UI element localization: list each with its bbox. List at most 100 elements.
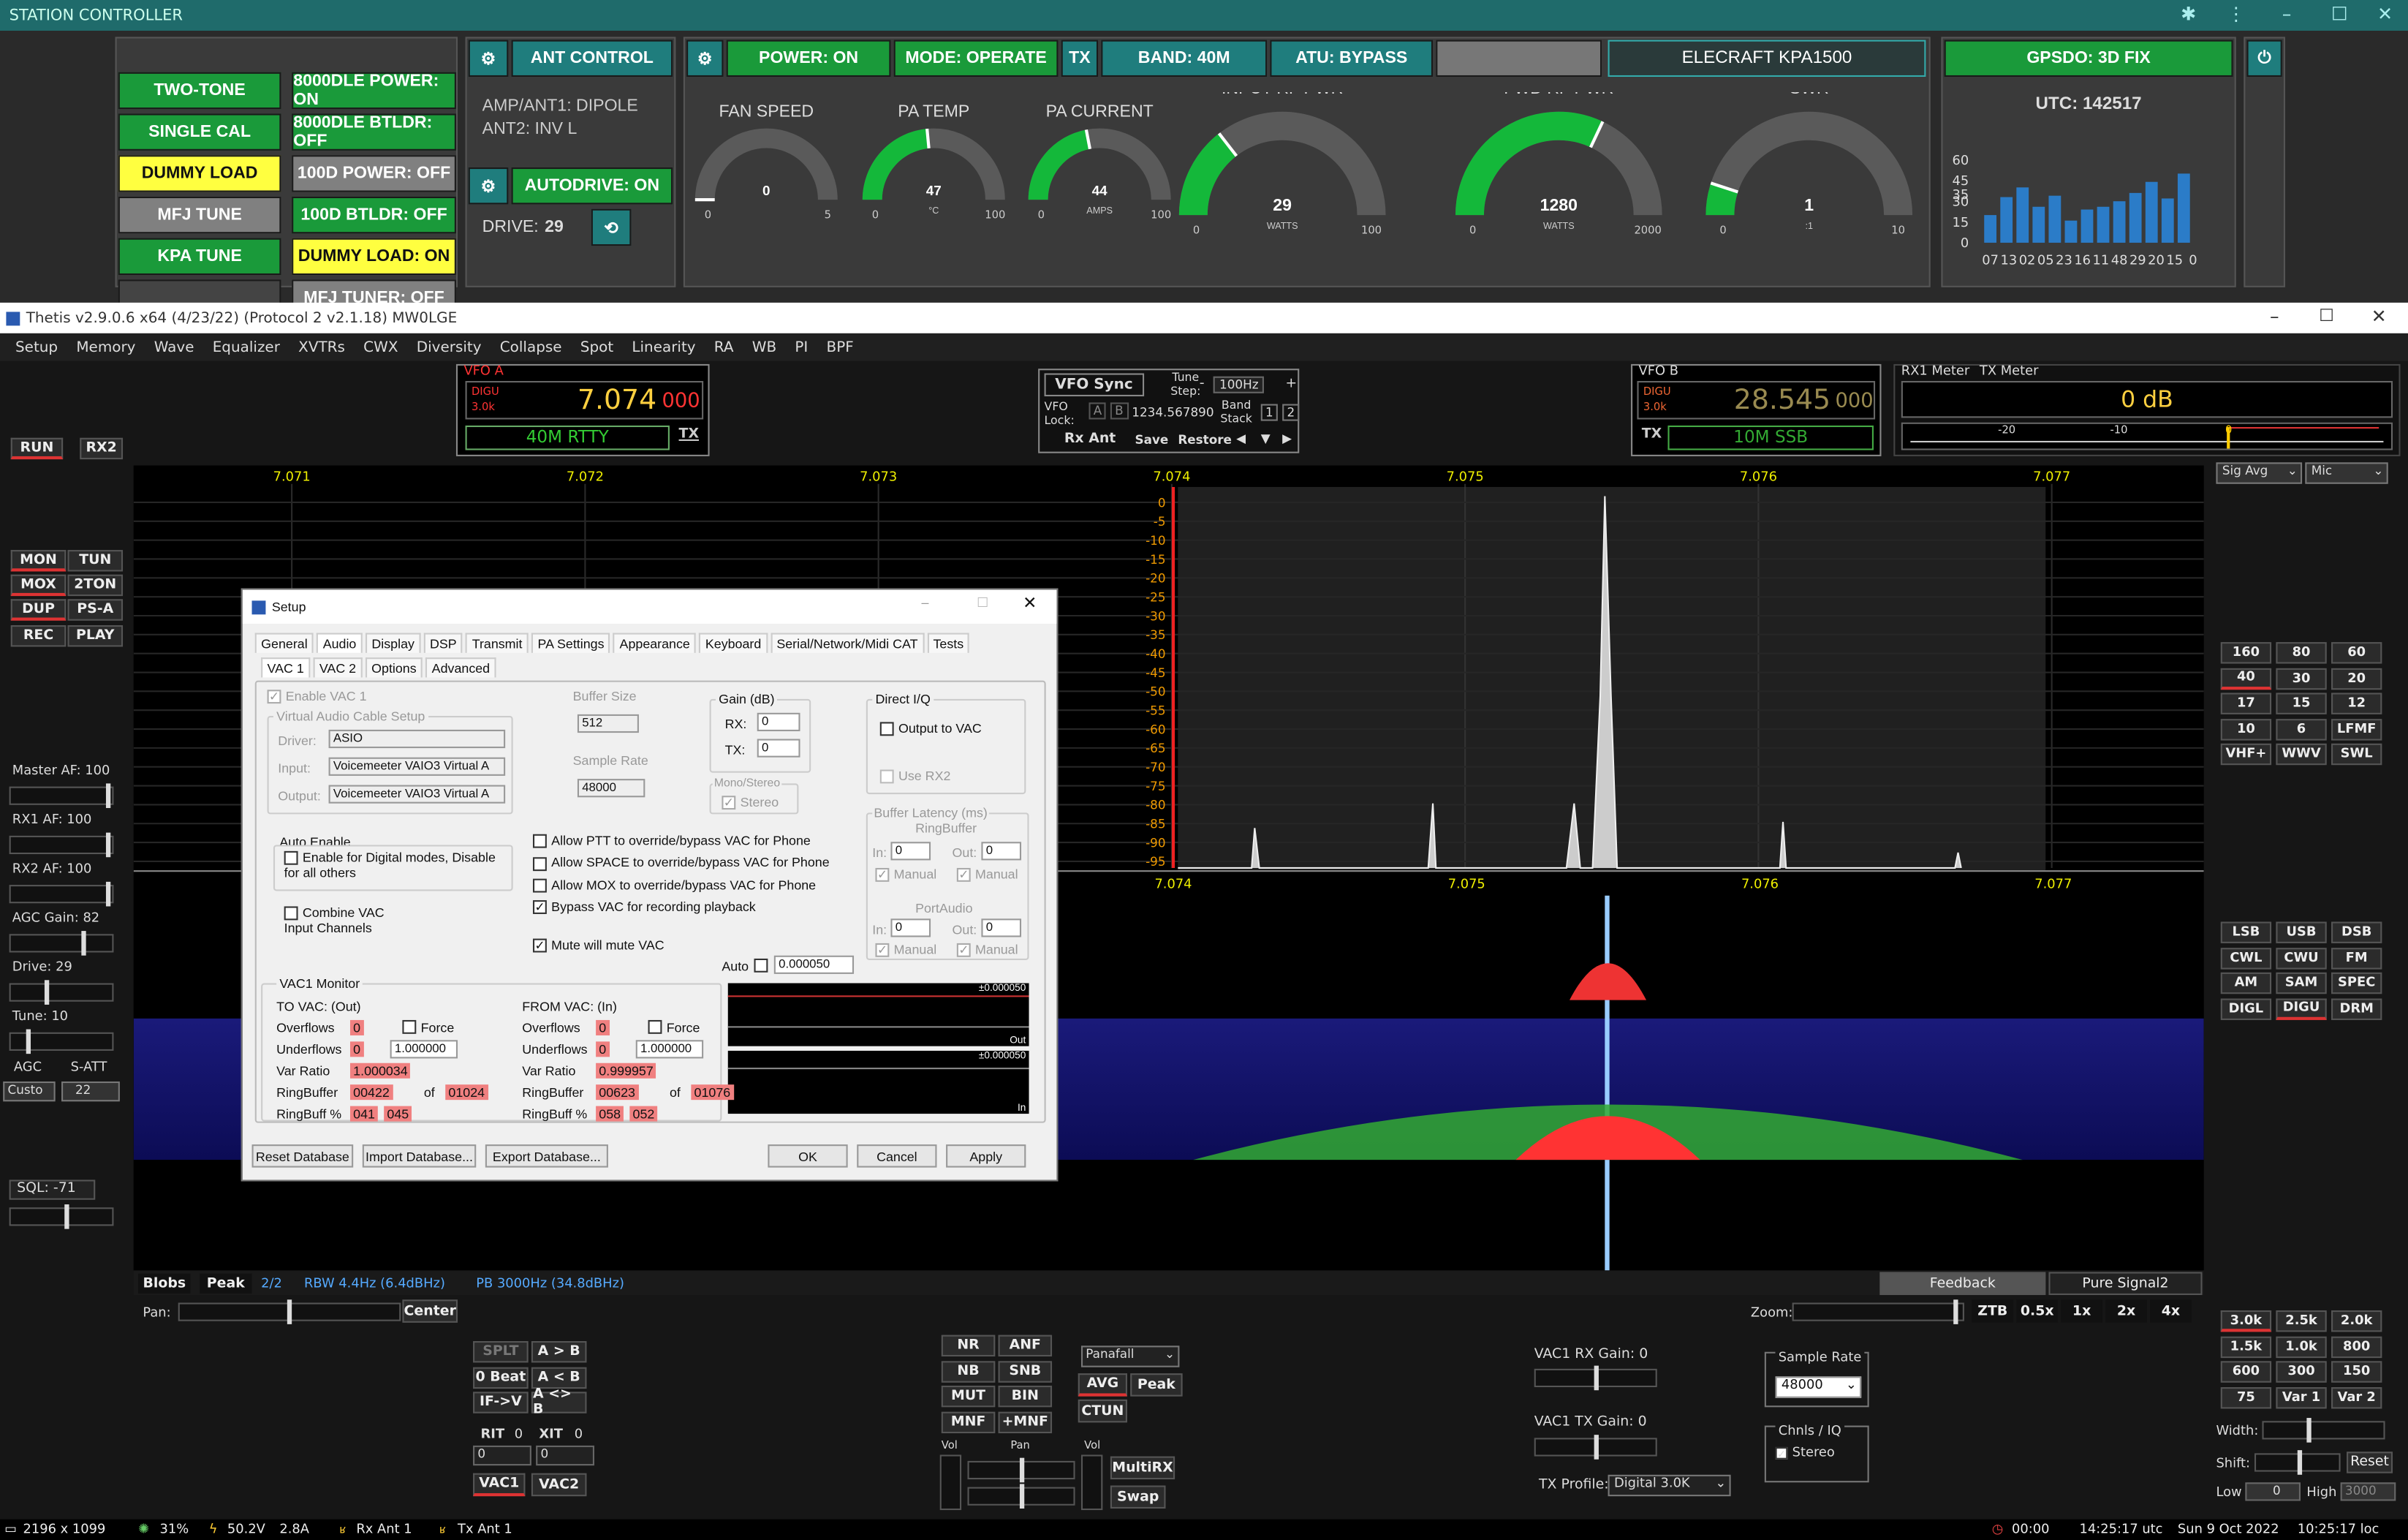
vac1-tx-gain-thumb[interactable] <box>1594 1435 1599 1460</box>
pa-out-input[interactable]: 0 <box>981 918 1022 937</box>
bands-40[interactable]: 40 <box>2220 667 2272 690</box>
vfo-b-tx[interactable]: TX <box>1642 427 1662 442</box>
rit-label[interactable]: RIT <box>481 1427 505 1443</box>
bands-80[interactable]: 80 <box>2276 642 2327 664</box>
left-slider-0[interactable] <box>9 783 114 809</box>
autodrive-gear-icon[interactable]: ⚙ <box>468 167 509 205</box>
lock-b-button[interactable]: B <box>1110 402 1129 420</box>
button-play[interactable]: PLAY <box>67 625 124 647</box>
rb-out-manual[interactable]: ✓ Manual <box>956 867 1018 883</box>
setup-subtab-2[interactable]: Options <box>365 657 423 678</box>
relay-button-1[interactable]: SINGLE CAL <box>118 113 281 151</box>
shift-reset-button[interactable]: Reset <box>2347 1452 2393 1473</box>
relay-button-2[interactable]: DUMMY LOAD <box>118 155 281 192</box>
rb-in-input[interactable]: 0 <box>890 842 931 861</box>
filters-3-0k[interactable]: 3.0k <box>2220 1310 2272 1332</box>
menu-item-wave[interactable]: Wave <box>154 339 194 355</box>
modes-spec[interactable]: SPEC <box>2331 972 2382 994</box>
sample-rate-select[interactable]: 48000 ⌄ <box>1775 1376 1862 1398</box>
cancel-button[interactable]: Cancel <box>857 1144 937 1168</box>
vac2-button[interactable]: VAC2 <box>531 1473 587 1497</box>
prev-icon[interactable]: ◀ <box>1236 431 1246 445</box>
close-icon[interactable]: ✕ <box>2377 3 2393 24</box>
modes-usb[interactable]: USB <box>2276 921 2327 943</box>
modes-lsb[interactable]: LSB <box>2220 921 2272 943</box>
pin-icon[interactable]: ✱ <box>2181 3 2196 24</box>
band-status-button[interactable]: BAND: 40M <box>1101 39 1268 78</box>
dsp-button-nr[interactable]: NR <box>941 1335 996 1357</box>
autodrive-button[interactable]: AUTODRIVE: ON <box>511 167 673 205</box>
use-rx2-checkbox[interactable]: Use RX2 <box>879 768 950 784</box>
modes-sam[interactable]: SAM <box>2276 972 2327 994</box>
option-checkbox-1[interactable]: Allow SPACE to override/bypass VAC for P… <box>532 855 830 871</box>
input-select[interactable]: Voicemeeter VAIO3 Virtual A <box>328 757 506 776</box>
from-force-value[interactable]: 1.000000 <box>635 1040 704 1059</box>
menu-item-pi[interactable]: PI <box>795 339 808 355</box>
modes-fm[interactable]: FM <box>2331 947 2382 969</box>
enable-vac1-checkbox[interactable]: ✓ Enable VAC 1 <box>267 688 367 704</box>
center-button[interactable]: Center <box>402 1299 458 1323</box>
save-button[interactable]: Save <box>1135 433 1168 447</box>
filters-1-0k[interactable]: 1.0k <box>2276 1335 2327 1358</box>
menu-item-diversity[interactable]: Diversity <box>417 339 482 355</box>
auto-checkbox[interactable] <box>754 958 768 973</box>
pure-signal-button[interactable]: Pure Signal2 <box>2048 1272 2203 1295</box>
pan-rx1-slider[interactable] <box>967 1457 1075 1483</box>
dsp-button-anf[interactable]: ANF <box>998 1335 1053 1357</box>
setup-minimize-icon[interactable]: – <box>921 595 928 610</box>
menu-item-xvtrs[interactable]: XVTRs <box>298 339 345 355</box>
bands-30[interactable]: 30 <box>2276 667 2327 690</box>
left-slider-thumb-4[interactable] <box>44 980 50 1005</box>
zoom-button-3[interactable]: 2x <box>2105 1299 2147 1323</box>
tune-step-up[interactable]: + <box>1285 377 1297 392</box>
split-button-0[interactable]: SPLT <box>473 1340 529 1363</box>
low-value[interactable]: 0 <box>2245 1482 2301 1501</box>
button-rx2[interactable]: RX2 <box>80 437 124 460</box>
option-checkbox-2[interactable]: Allow MOX to override/bypass VAC for Pho… <box>532 877 816 893</box>
button-rec[interactable]: REC <box>10 625 67 647</box>
high-value[interactable]: 3000 <box>2340 1482 2396 1501</box>
setup-tab-7[interactable]: Keyboard <box>699 633 768 653</box>
reset-drive-icon[interactable]: ⟲ <box>591 208 632 246</box>
rit-field[interactable]: 0 <box>473 1445 531 1466</box>
relay-button-0[interactable]: TWO-TONE <box>118 72 281 110</box>
rb-out-input[interactable]: 0 <box>981 842 1022 861</box>
setup-close-icon[interactable]: ✕ <box>1023 593 1037 613</box>
thetis-minimize-icon[interactable]: – <box>2270 306 2279 327</box>
dsp-button-nb[interactable]: NB <box>941 1360 996 1382</box>
stereo-checkbox[interactable]: ✓ Stereo <box>1775 1446 1835 1461</box>
setup-maximize-icon[interactable]: ☐ <box>977 595 988 611</box>
status-button-0[interactable]: 8000DLE POWER: ON <box>292 72 456 110</box>
s-att-value[interactable]: 22 <box>61 1081 120 1102</box>
zoom-slider-thumb[interactable] <box>1953 1299 1958 1324</box>
swap-button[interactable]: Swap <box>1110 1485 1166 1509</box>
sample-rate-select[interactable]: 48000 <box>577 779 645 798</box>
button-mon[interactable]: MON <box>10 550 67 572</box>
modes-digl[interactable]: DIGL <box>2220 997 2272 1019</box>
import-database-button[interactable]: Import Database... <box>362 1144 477 1168</box>
left-slider-thumb-2[interactable] <box>105 881 111 907</box>
rx1-meter-label[interactable]: RX1 Meter <box>1901 364 1969 380</box>
filters-var-1[interactable]: Var 1 <box>2276 1386 2327 1408</box>
modes-cwl[interactable]: CWL <box>2220 947 2272 969</box>
filters-2-0k[interactable]: 2.0k <box>2331 1310 2382 1332</box>
bands-160[interactable]: 160 <box>2220 642 2272 664</box>
split-button-3[interactable]: A < B <box>531 1366 587 1389</box>
split-button-5[interactable]: A <> B <box>531 1387 587 1418</box>
power-status-button[interactable]: POWER: ON <box>726 39 891 78</box>
filters-var-2[interactable]: Var 2 <box>2331 1386 2382 1408</box>
bands-6[interactable]: 6 <box>2276 718 2327 740</box>
minimize-icon[interactable]: – <box>2282 3 2292 24</box>
restore-button[interactable]: Restore <box>1178 433 1232 447</box>
setup-tab-8[interactable]: Serial/Network/Midi CAT <box>770 633 924 653</box>
modes-am[interactable]: AM <box>2220 972 2272 994</box>
ant-settings-gear-icon[interactable]: ⚙ <box>468 39 509 78</box>
menu-item-memory[interactable]: Memory <box>76 339 135 355</box>
bands-10[interactable]: 10 <box>2220 718 2272 740</box>
to-force-checkbox[interactable] <box>402 1019 417 1034</box>
bands-60[interactable]: 60 <box>2331 642 2382 664</box>
vfo-sync-button[interactable]: VFO Sync <box>1044 373 1144 397</box>
pa-in-input[interactable]: 0 <box>890 918 931 937</box>
setup-tab-3[interactable]: DSP <box>423 633 463 653</box>
modes-digu[interactable]: DIGU <box>2276 997 2327 1019</box>
